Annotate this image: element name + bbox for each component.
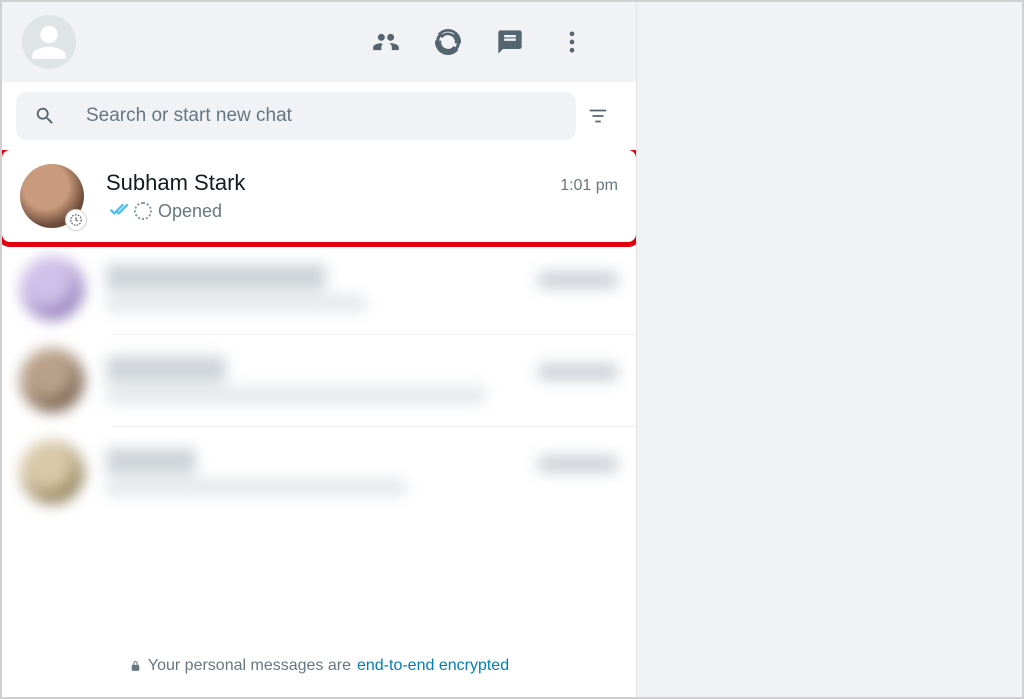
- main-panel: [637, 2, 1022, 697]
- search-icon: [34, 105, 56, 127]
- double-check-icon: [106, 200, 128, 223]
- filter-icon[interactable]: [584, 102, 612, 130]
- encryption-note: Your personal messages are end-to-end en…: [2, 641, 636, 697]
- app-root: Subham Stark 1:01 pm Opened ..: [2, 2, 1022, 697]
- chat-item-subham-stark[interactable]: Subham Stark 1:01 pm Opened: [2, 150, 636, 242]
- status-icon[interactable]: [434, 28, 462, 56]
- search-row: [2, 82, 636, 150]
- sidebar: Subham Stark 1:01 pm Opened ..: [2, 2, 637, 697]
- chat-name: Subham Stark: [106, 170, 245, 196]
- header-icon-group: [372, 28, 586, 56]
- communities-icon[interactable]: [372, 28, 400, 56]
- chat-avatar: [20, 440, 84, 504]
- encryption-prefix-text: Your personal messages are: [148, 657, 351, 675]
- chat-list: Subham Stark 1:01 pm Opened ..: [2, 150, 636, 641]
- menu-icon[interactable]: [558, 28, 586, 56]
- view-once-spinner-icon: [134, 202, 152, 220]
- lock-icon: [129, 660, 142, 673]
- chat-status-text: Opened: [158, 201, 222, 222]
- chat-avatar: [20, 348, 84, 412]
- new-chat-icon[interactable]: [496, 28, 524, 56]
- chat-time: 1:01 pm: [560, 177, 618, 195]
- chat-avatar: [20, 256, 84, 320]
- chat-avatar: [20, 164, 84, 228]
- search-box[interactable]: [16, 92, 576, 140]
- chat-body: Subham Stark 1:01 pm Opened: [106, 170, 618, 223]
- self-avatar[interactable]: [22, 15, 76, 69]
- sidebar-header: [2, 2, 636, 82]
- person-icon: [28, 21, 70, 63]
- disappearing-badge-icon: [65, 209, 87, 231]
- encryption-link[interactable]: end-to-end encrypted: [357, 657, 509, 675]
- chat-item-blurred[interactable]: ..: [2, 242, 636, 334]
- chat-item-blurred[interactable]: ..: [2, 426, 636, 518]
- chat-item-blurred[interactable]: ..: [2, 334, 636, 426]
- search-input[interactable]: [86, 105, 558, 127]
